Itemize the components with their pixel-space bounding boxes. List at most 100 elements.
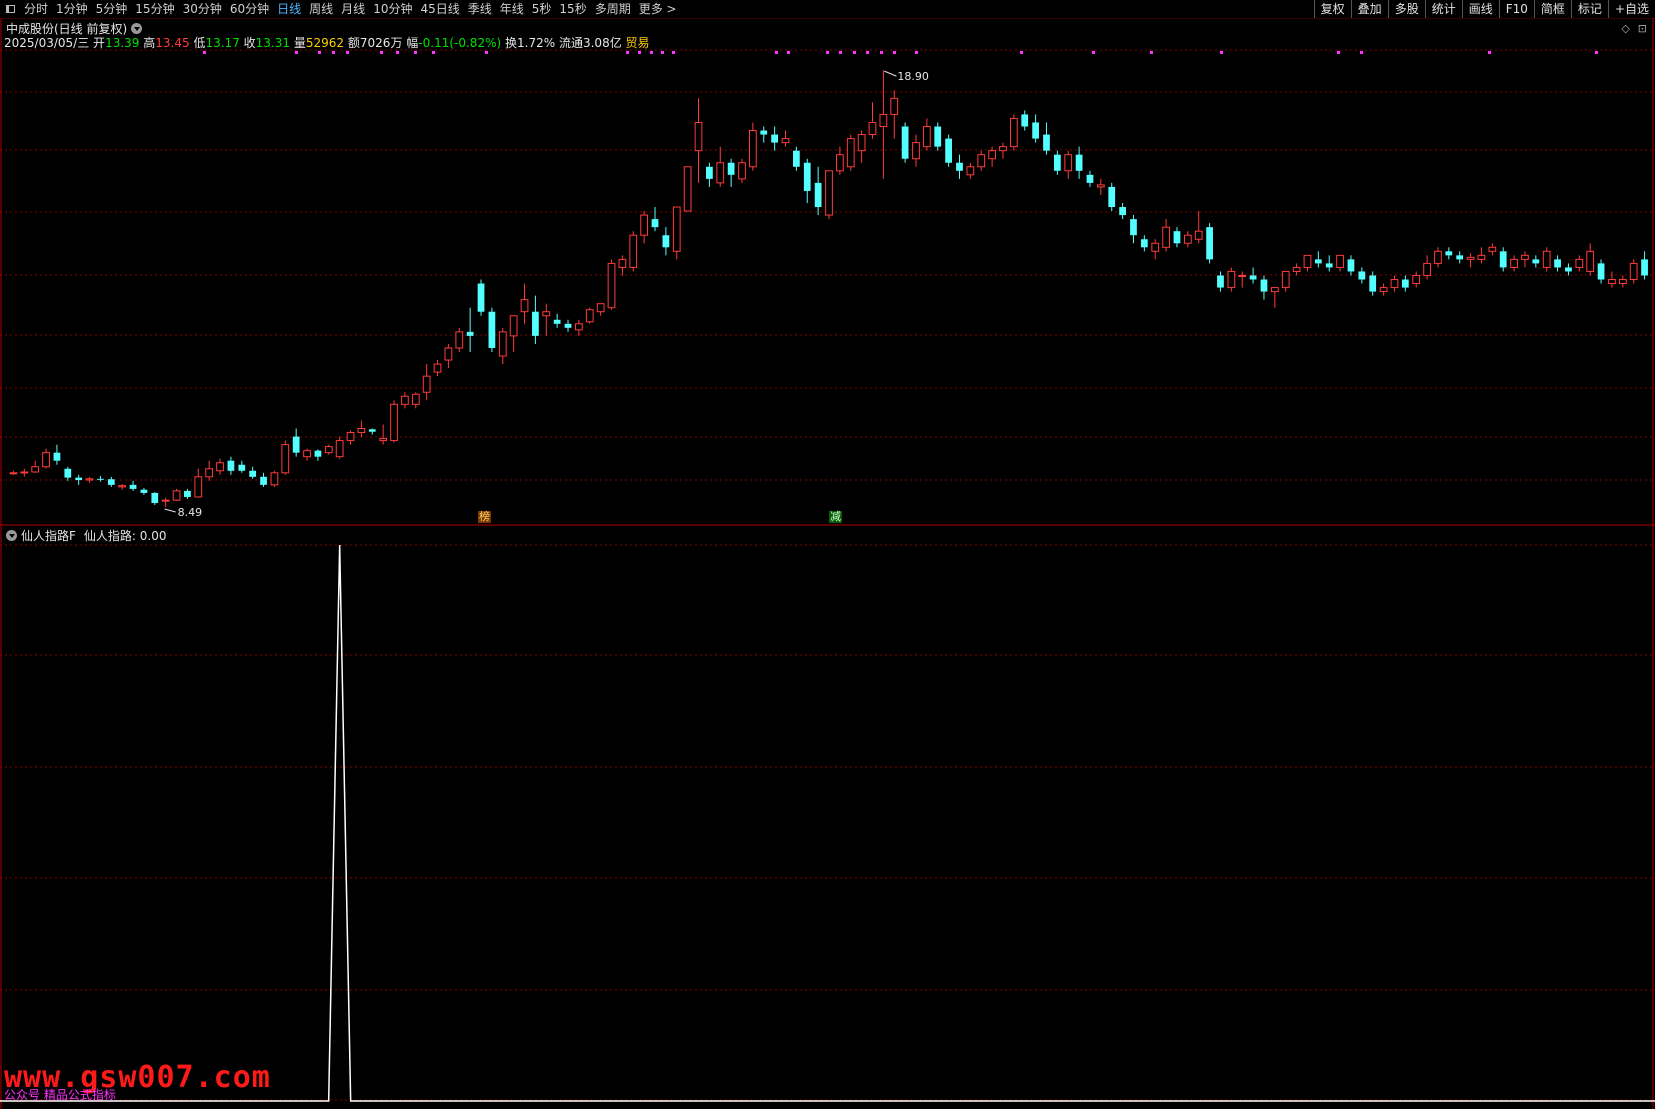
candle-body-91: [999, 146, 1007, 152]
candle-body-48: [532, 311, 539, 336]
candle-body-63: [694, 121, 703, 152]
indicator-value: 仙人指路: 0.00: [83, 529, 167, 543]
signal-marker-30: [1488, 51, 1491, 54]
signal-marker-5: [380, 51, 383, 54]
candle-body-10: [118, 485, 127, 488]
candle-body-86: [945, 138, 952, 163]
candle-body-70: [771, 134, 779, 143]
signal-marker-28: [1337, 51, 1340, 54]
candle-body-143: [1565, 267, 1572, 272]
candle-body-107: [1173, 231, 1181, 244]
candle-body-105: [1151, 242, 1160, 252]
candle-body-46: [509, 315, 518, 337]
candle-body-111: [1217, 275, 1224, 288]
candle-body-84: [922, 126, 931, 148]
high-pointer: [884, 70, 897, 77]
candle-body-74: [814, 182, 822, 208]
candle-body-144: [1575, 258, 1584, 268]
candle-body-39: [433, 363, 442, 373]
candle-body-93: [1021, 114, 1029, 127]
candle-body-79: [868, 121, 877, 136]
candle-body-148: [1618, 279, 1627, 285]
candle-body-99: [1086, 174, 1094, 183]
price-labels: 18.90 8.49: [164, 70, 929, 519]
candle-body-15: [172, 490, 181, 501]
high-price-label: 18.90: [897, 70, 929, 83]
candle-body-108: [1183, 234, 1192, 244]
watermark-sub: 公众号 精品公式指标: [4, 1088, 116, 1102]
candle-body-58: [640, 214, 649, 236]
signal-marker-8: [432, 51, 435, 54]
candle-body-67: [738, 162, 746, 180]
candle-body-116: [1270, 287, 1279, 293]
candle-body-22: [249, 470, 257, 477]
indicator-name: 仙人指路F: [21, 529, 76, 543]
candle-body-30: [335, 440, 344, 458]
candle-body-51: [564, 323, 572, 328]
candle-body-95: [1043, 134, 1050, 151]
candle-body-130: [1423, 262, 1431, 276]
candle-body-23: [260, 476, 267, 485]
candle-body-54: [596, 303, 605, 313]
candle-body-82: [901, 126, 909, 159]
candle-body-28: [314, 450, 322, 457]
candle-body-123: [1347, 259, 1355, 272]
chevron-down-icon[interactable]: [6, 530, 17, 541]
candle-body-137: [1499, 251, 1507, 268]
candle-body-83: [912, 142, 920, 160]
candle-body-77: [846, 138, 855, 168]
candle-body-4: [53, 452, 61, 461]
signal-marker-21: [880, 51, 883, 54]
candle-body-50: [553, 319, 561, 324]
candle-body-90: [988, 150, 996, 160]
candle-body-129: [1412, 274, 1421, 285]
kline-chart[interactable]: 18.90 8.49: [0, 0, 1655, 1109]
badge-reduce[interactable]: 减: [829, 511, 842, 523]
candle-body-100: [1096, 184, 1105, 188]
indicator-pane: [0, 544, 1655, 1102]
candle-body-124: [1358, 271, 1366, 280]
candle-body-132: [1445, 251, 1453, 256]
candle-body-57: [629, 234, 638, 268]
candle-body-113: [1238, 274, 1247, 277]
candle-body-146: [1597, 263, 1605, 280]
signal-marker-17: [826, 51, 829, 54]
candle-body-1: [20, 471, 29, 474]
candle-body-133: [1456, 255, 1464, 260]
signal-marker-24: [1020, 51, 1023, 54]
candle-body-17: [194, 476, 203, 498]
candle-body-5: [64, 468, 72, 478]
candle-body-19: [216, 462, 224, 472]
candle-body-104: [1140, 239, 1148, 248]
candle-body-43: [477, 283, 485, 312]
candle-body-119: [1303, 254, 1312, 268]
candle-body-53: [585, 309, 594, 323]
low-pointer: [164, 508, 176, 513]
candle-body-103: [1130, 219, 1137, 236]
signal-marker-23: [915, 51, 918, 54]
signal-marker-3: [332, 51, 335, 54]
candle-body-24: [270, 472, 279, 486]
candle-body-62: [683, 166, 692, 212]
candle-body-120: [1314, 259, 1322, 264]
candle-body-134: [1466, 256, 1475, 260]
candle-body-102: [1119, 207, 1126, 216]
candle-body-76: [836, 154, 844, 172]
signal-marker-7: [414, 51, 417, 54]
badge-rank[interactable]: 榜: [478, 511, 491, 523]
low-price-label: 8.49: [178, 506, 203, 519]
candle-body-7: [85, 478, 94, 481]
candle-body-87: [956, 162, 963, 171]
candle-body-2: [31, 466, 40, 473]
candle-body-9: [107, 479, 115, 485]
candle-body-18: [205, 468, 214, 478]
candle-body-33: [368, 429, 376, 432]
candle-body-142: [1554, 259, 1561, 268]
signal-marker-25: [1092, 51, 1095, 54]
candle-body-73: [803, 162, 811, 191]
candle-body-12: [140, 489, 148, 493]
candle-body-72: [793, 150, 800, 167]
candle-body-25: [281, 444, 290, 474]
candle-body-61: [672, 206, 681, 252]
candle-body-136: [1488, 246, 1497, 252]
